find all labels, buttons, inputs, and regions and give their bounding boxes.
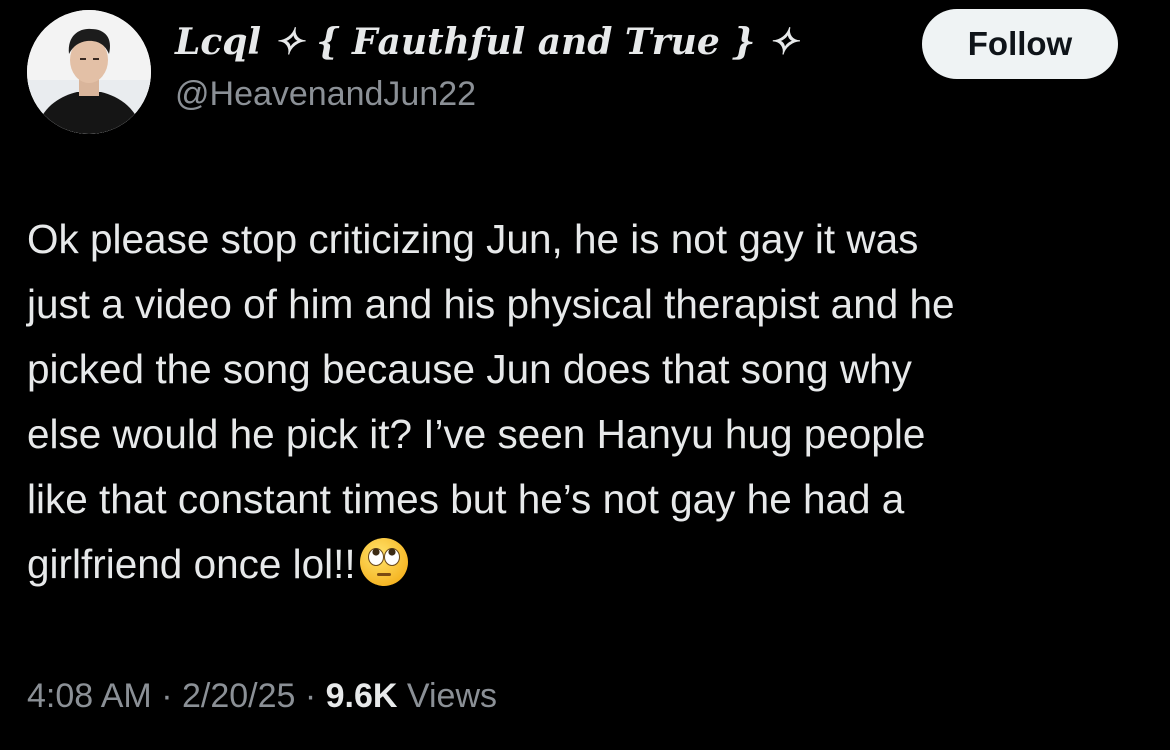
tweet-text-line: girlfriend once lol!! xyxy=(27,541,356,587)
tweet-time[interactable]: 4:08 AM xyxy=(27,677,152,715)
views-count[interactable]: 9.6K xyxy=(326,677,398,715)
author-display-name[interactable]: Lcql ✧ { 𝑭𝒂𝒖𝒕𝒉𝒇𝒖𝒍 𝒂𝒏𝒅 𝑻𝒓𝒖𝒆 } ✧ xyxy=(175,20,798,64)
profile-avatar[interactable] xyxy=(27,10,151,134)
meta-separator: · xyxy=(151,677,182,715)
tweet-text-line-last: girlfriend once lol!! xyxy=(27,532,1152,597)
tweet-text-line: Ok please stop criticizing Jun, he is no… xyxy=(27,216,919,262)
tweet-text-line: picked the song because Jun does that so… xyxy=(27,346,912,392)
follow-button[interactable]: Follow xyxy=(922,9,1118,79)
tweet-metadata: 4:08 AM · 2/20/25 · 9.6K Views xyxy=(27,674,497,718)
tweet-date[interactable]: 2/20/25 xyxy=(182,677,295,715)
tweet-text-line: just a video of him and his physical the… xyxy=(27,281,955,327)
author-handle[interactable]: @HeavenandJun22 xyxy=(175,74,476,114)
views-label: Views xyxy=(397,677,497,715)
meta-separator: · xyxy=(295,677,326,715)
face-with-rolling-eyes-icon xyxy=(358,536,410,588)
profile-photo-avatar-icon xyxy=(27,10,151,134)
tweet-text-line: like that constant times but he’s not ga… xyxy=(27,476,905,522)
tweet-text: Ok please stop criticizing Jun, he is no… xyxy=(27,207,1152,597)
tweet-text-line: else would he pick it? I’ve seen Hanyu h… xyxy=(27,411,926,457)
tweet-card: Lcql ✧ { 𝑭𝒂𝒖𝒕𝒉𝒇𝒖𝒍 𝒂𝒏𝒅 𝑻𝒓𝒖𝒆 } ✧ @Heavenan… xyxy=(0,0,1170,750)
